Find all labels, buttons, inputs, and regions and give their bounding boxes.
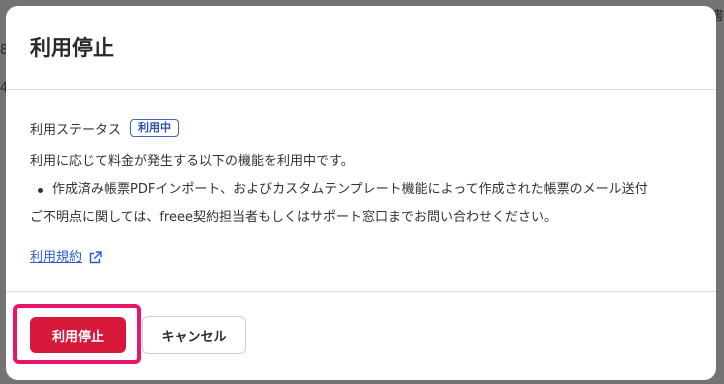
stop-usage-dialog: 利用停止 利用ステータス 利用中 利用に応じて料金が発生する以下の機能を利用中で…	[6, 6, 716, 380]
inquiry-text: ご不明点に関しては、freee契約担当者もしくはサポート窓口までお問い合わせくだ…	[30, 210, 557, 225]
status-row: 利用ステータス 利用中	[30, 118, 716, 138]
dialog-body: 利用ステータス 利用中 利用に応じて料金が発生する以下の機能を利用中です。 作成…	[6, 90, 716, 292]
terms-link-label: 利用規約	[30, 250, 83, 265]
feature-text: 作成済み帳票PDFインポート、およびカスタムテンプレート機能によって作成された帳…	[52, 182, 648, 197]
external-link-icon	[89, 251, 102, 264]
dialog-title: 利用停止	[30, 36, 114, 60]
status-label: 利用ステータス	[30, 122, 122, 138]
feature-list: 作成済み帳票PDFインポート、およびカスタムテンプレート機能によって作成された帳…	[30, 180, 716, 200]
dialog-header: 利用停止	[6, 6, 716, 90]
terms-of-use-link[interactable]: 利用規約	[30, 248, 104, 268]
usage-description: 利用に応じて料金が発生する以下の機能を利用中です。	[30, 154, 354, 169]
cancel-button[interactable]: キャンセル	[142, 316, 246, 354]
stop-usage-button[interactable]: 利用停止	[30, 317, 126, 353]
dialog-footer: 利用停止 キャンセル	[6, 292, 716, 380]
bullet-icon	[38, 187, 43, 193]
status-badge: 利用中	[130, 119, 180, 137]
list-item: 作成済み帳票PDFインポート、およびカスタムテンプレート機能によって作成された帳…	[30, 180, 716, 200]
